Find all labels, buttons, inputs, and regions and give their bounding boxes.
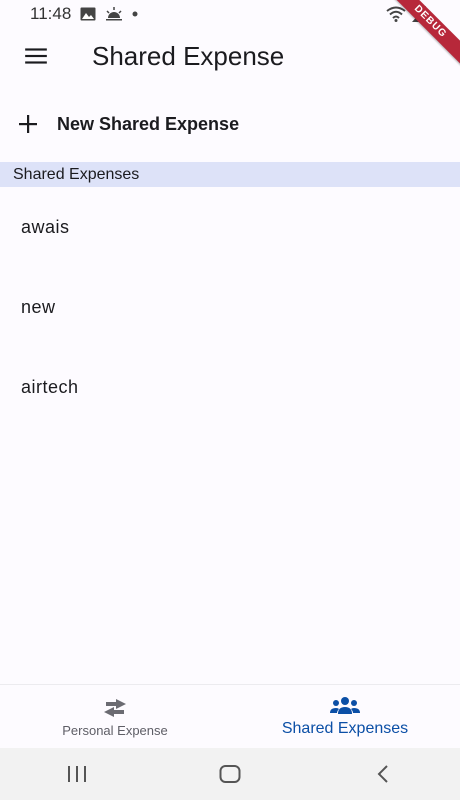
system-navigation-bar bbox=[0, 748, 460, 800]
hamburger-menu-icon bbox=[25, 48, 47, 64]
nav-item-shared-expenses[interactable]: Shared Expenses bbox=[230, 685, 460, 749]
wifi-icon bbox=[386, 6, 406, 22]
nav-label-shared-expenses: Shared Expenses bbox=[281, 720, 409, 737]
home-icon bbox=[219, 765, 241, 783]
nav-item-personal-expense[interactable]: Personal Expense bbox=[0, 685, 230, 749]
gallery-icon bbox=[80, 7, 96, 21]
bottom-navigation: Personal Expense Shared Expenses bbox=[0, 684, 460, 749]
list-item[interactable]: airtech bbox=[0, 347, 460, 427]
page-title: Shared Expense bbox=[92, 40, 285, 71]
list-item-label: airtech bbox=[21, 376, 79, 397]
back-button[interactable] bbox=[353, 754, 413, 794]
status-bar: 11:48 bbox=[0, 0, 460, 28]
notification-dot-icon bbox=[132, 11, 138, 17]
status-right bbox=[386, 6, 426, 22]
list-item[interactable]: new bbox=[0, 267, 460, 347]
swap-arrows-icon bbox=[104, 698, 126, 717]
shared-expense-list: awais new airtech bbox=[0, 187, 460, 427]
back-chevron-icon bbox=[377, 765, 389, 783]
menu-button[interactable] bbox=[8, 28, 64, 84]
new-shared-expense-label: New Shared Expense bbox=[57, 113, 240, 134]
plus-icon bbox=[19, 115, 37, 133]
list-item-label: new bbox=[21, 296, 56, 317]
status-left: 11:48 bbox=[30, 4, 138, 24]
section-header-label: Shared Expenses bbox=[13, 165, 140, 183]
sunrise-icon bbox=[106, 7, 123, 21]
home-button[interactable] bbox=[200, 754, 260, 794]
nav-label-personal-expense: Personal Expense bbox=[62, 722, 168, 738]
recents-icon bbox=[67, 766, 86, 782]
list-item-label: awais bbox=[21, 216, 70, 237]
group-icon bbox=[330, 697, 360, 714]
recents-button[interactable] bbox=[47, 754, 107, 794]
app-bar: Shared Expense bbox=[0, 28, 460, 84]
list-item[interactable]: awais bbox=[0, 187, 460, 267]
section-header: Shared Expenses bbox=[0, 162, 460, 187]
signal-icon bbox=[412, 6, 426, 22]
status-time: 11:48 bbox=[30, 4, 72, 23]
new-shared-expense-button[interactable]: New Shared Expense bbox=[0, 96, 460, 152]
